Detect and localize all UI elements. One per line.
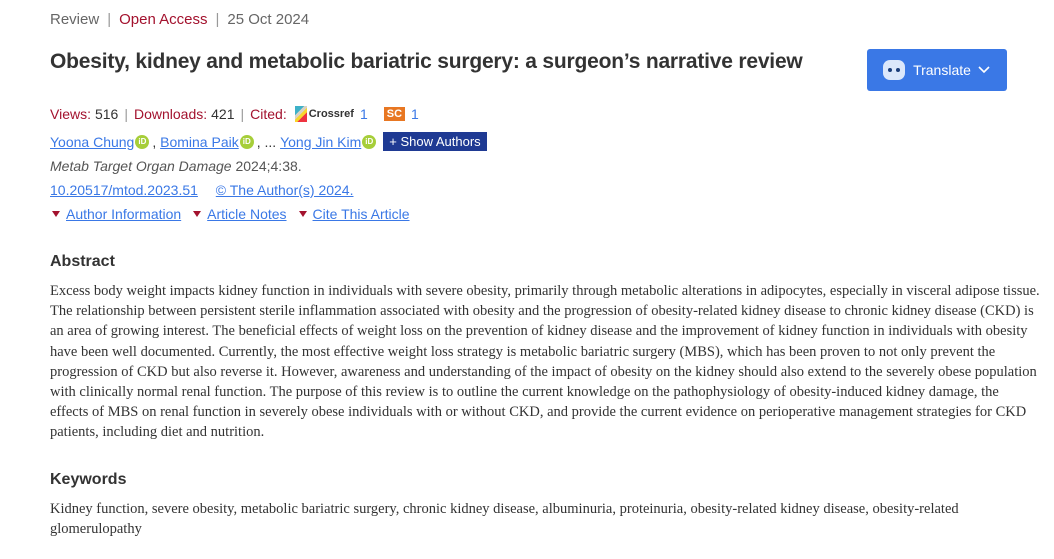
article-notes-toggle[interactable]: Article Notes <box>193 206 287 222</box>
chevron-down-icon <box>978 66 990 74</box>
abstract-text: Excess body weight impacts kidney functi… <box>50 283 1040 441</box>
author-link[interactable]: Yoona Chung <box>50 134 134 150</box>
article-stats: Views: 516 | Downloads: 421 | Cited: Cross… <box>50 106 419 122</box>
orcid-icon[interactable]: iD <box>362 134 377 149</box>
journal-volume: 2024;4:38. <box>231 158 302 174</box>
separator: | <box>240 106 245 122</box>
translate-button[interactable]: Translate <box>867 49 1007 91</box>
caret-down-icon <box>52 211 60 217</box>
article-links: 10.20517/mtod.2023.51 © The Author(s) 20… <box>50 182 368 198</box>
scopus-count[interactable]: 1 <box>411 106 419 122</box>
journal-citation: Metab Target Organ Damage 2024;4:38. <box>50 158 302 174</box>
separator: , <box>152 133 161 150</box>
crossref-label: Crossref <box>308 108 354 120</box>
article-title: Obesity, kidney and metabolic bariatric … <box>50 50 803 73</box>
separator: , ... <box>256 133 281 150</box>
abstract-heading: Abstract <box>50 253 115 270</box>
cited-label: Cited: <box>250 106 287 122</box>
journal-name: Metab Target Organ Damage <box>50 158 232 174</box>
author-information-toggle[interactable]: Author Information <box>52 206 181 222</box>
orcid-icon[interactable]: iD <box>135 134 150 149</box>
separator: | <box>124 106 128 122</box>
keywords-heading: Keywords <box>50 471 127 488</box>
crossref-link[interactable]: Crossref <box>294 106 354 122</box>
views-count: 516 <box>94 106 119 122</box>
open-access-badge: Open Access <box>119 11 208 28</box>
translate-label: Translate <box>913 62 971 78</box>
robot-icon <box>883 60 906 80</box>
crossref-count[interactable]: 1 <box>360 106 368 122</box>
author-list: Yoona Chung iD, Bomina Paik iD, ... Yong J… <box>50 132 487 151</box>
article-type: Review <box>50 11 100 28</box>
publish-date: 25 Oct 2024 <box>227 11 310 28</box>
author-link[interactable]: Bomina Paik <box>160 134 239 150</box>
copyright-link[interactable]: © The Author(s) 2024. <box>216 182 354 198</box>
downloads-label: Downloads: <box>133 106 208 122</box>
downloads-count: 421 <box>211 106 235 122</box>
dropdown-label: Author Information <box>66 206 182 222</box>
scopus-icon[interactable]: SC <box>383 107 406 121</box>
article-meta-bar: Review | Open Access | 25 Oct 2024 <box>50 11 309 28</box>
views-label: Views: <box>50 106 91 122</box>
article-dropdowns: Author Information Article Notes Cite Th… <box>52 206 410 222</box>
dropdown-label: Article Notes <box>207 206 287 222</box>
keywords-text: Kidney function, severe obesity, metabol… <box>50 501 959 538</box>
show-authors-button[interactable]: + Show Authors <box>383 132 487 151</box>
dropdown-label: Cite This Article <box>312 206 410 222</box>
caret-down-icon <box>193 211 202 217</box>
crossref-logo-icon <box>294 106 307 122</box>
author-link[interactable]: Yong Jin Kim <box>280 134 361 150</box>
orcid-icon[interactable]: iD <box>239 134 254 149</box>
separator: | <box>215 11 220 28</box>
doi-link[interactable]: 10.20517/mtod.2023.51 <box>50 182 198 198</box>
caret-down-icon <box>298 211 307 217</box>
separator: | <box>107 11 112 28</box>
cite-article-toggle[interactable]: Cite This Article <box>298 206 410 222</box>
